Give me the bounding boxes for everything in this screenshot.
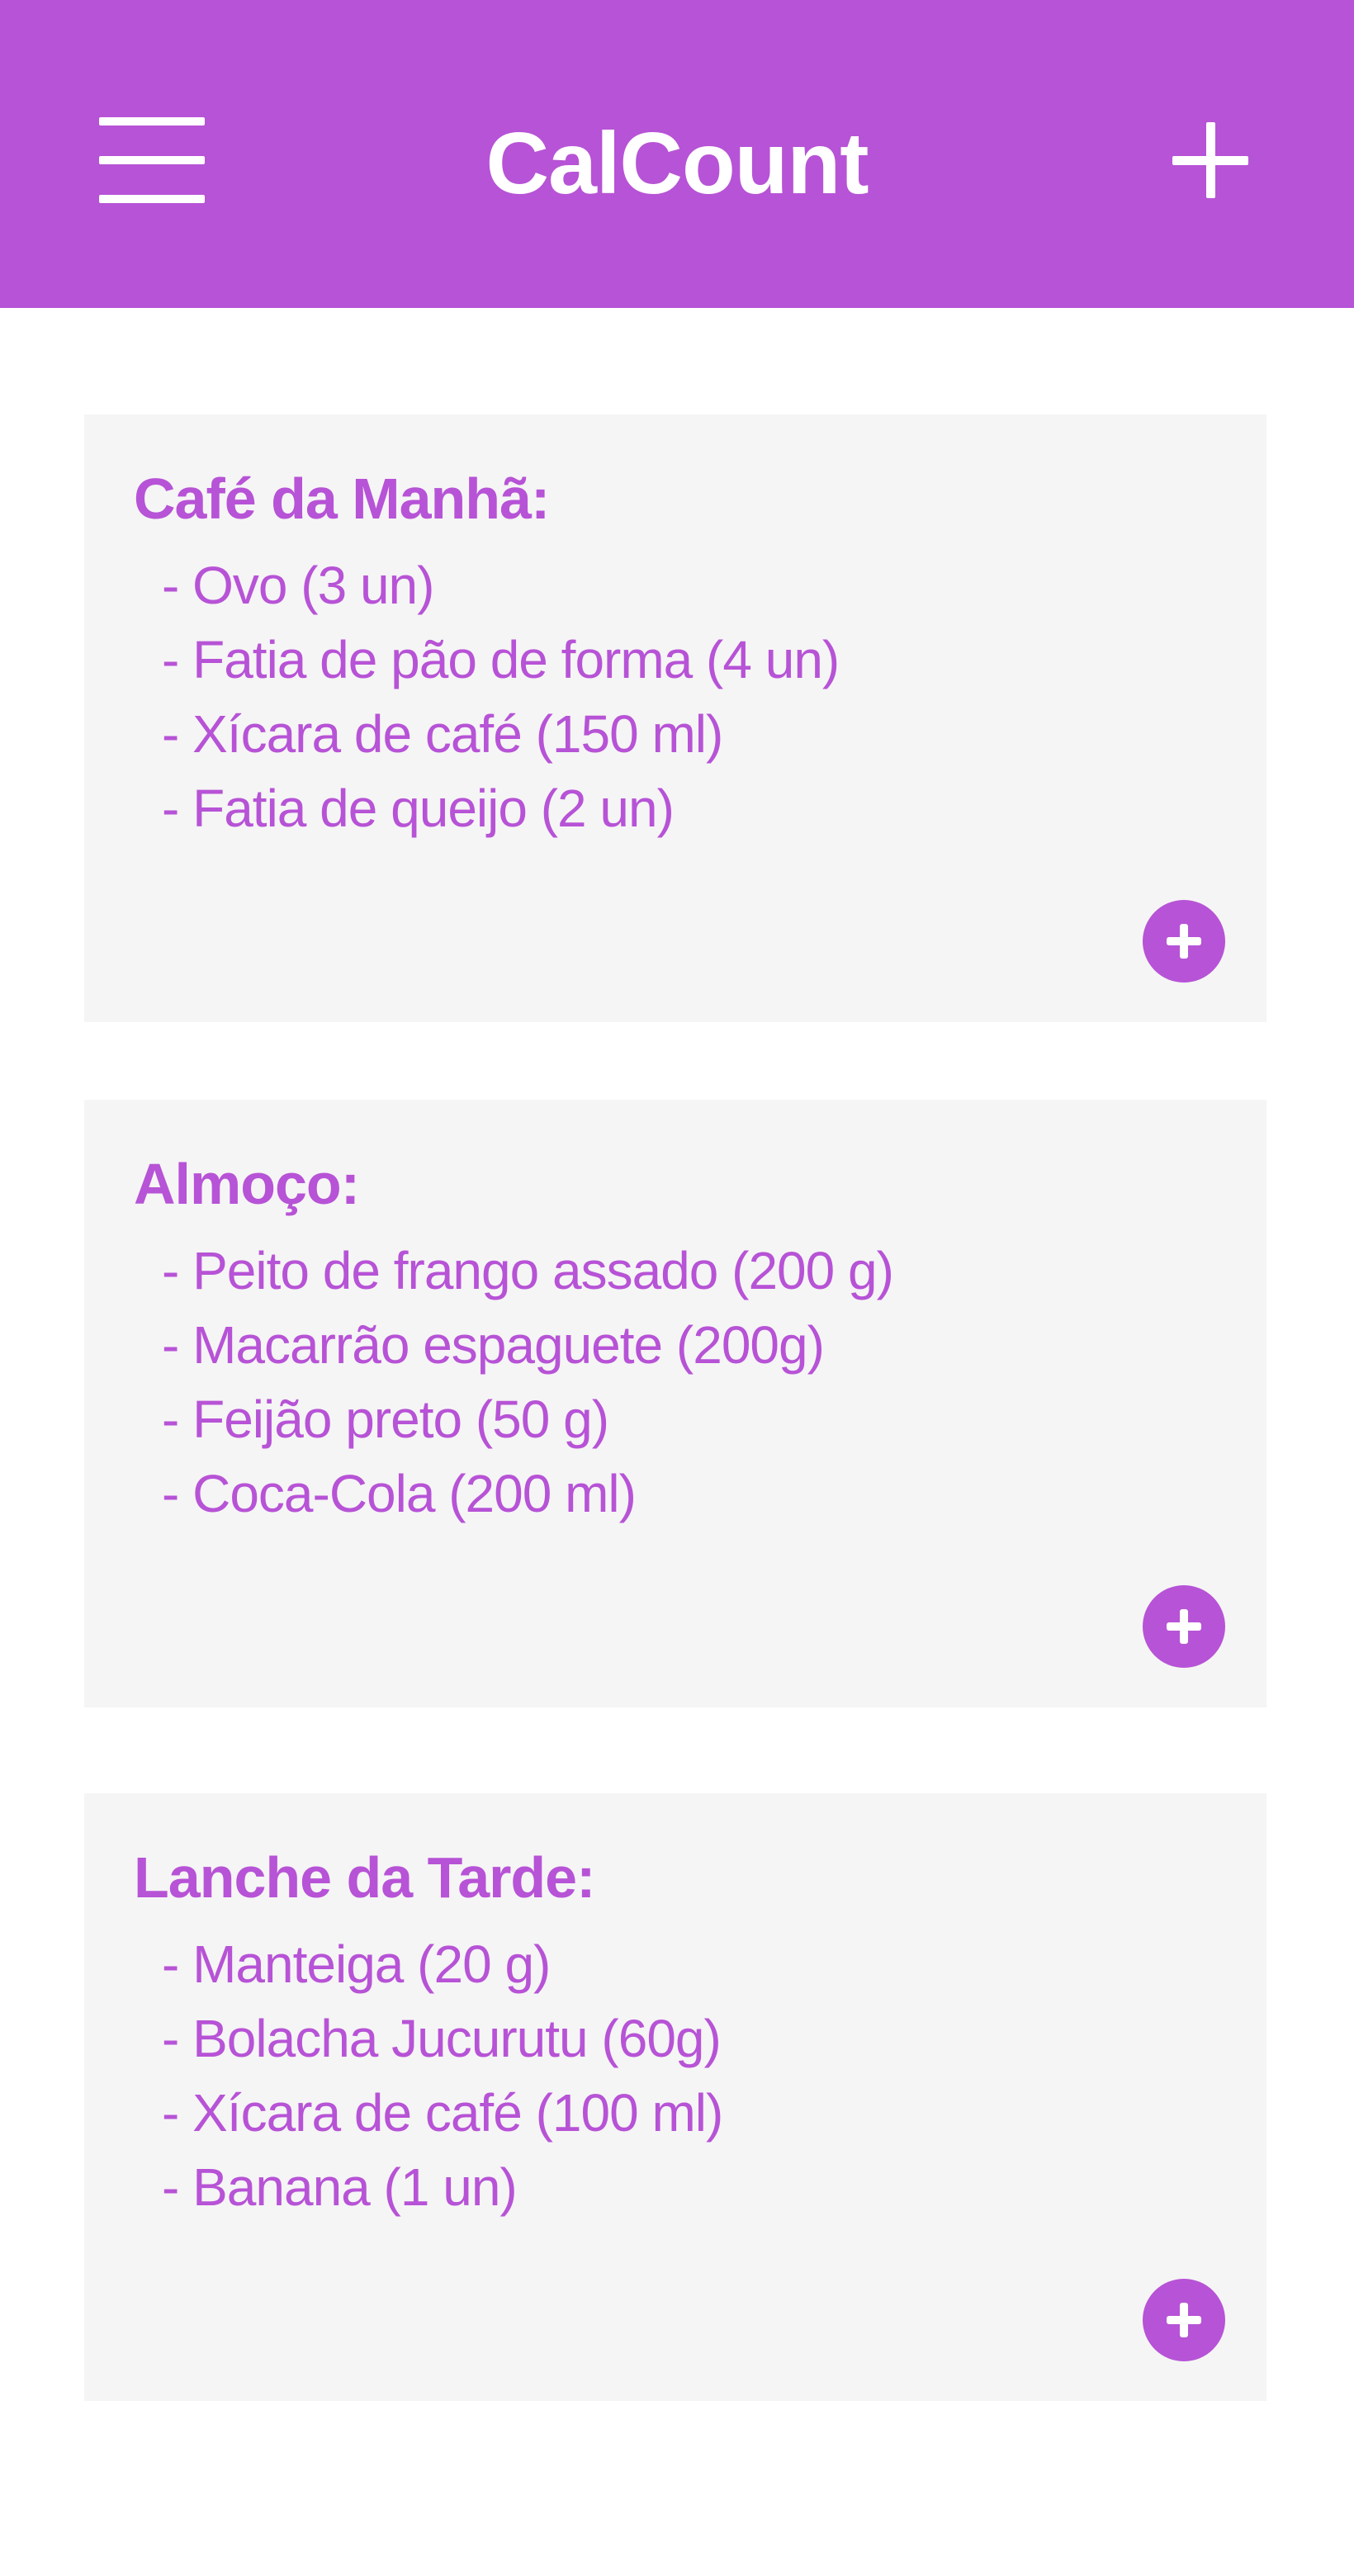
meal-card-lunch: Almoço: - Peito de frango assado (200 g)…	[84, 1100, 1266, 1707]
meal-title: Café da Manhã:	[134, 466, 550, 531]
app-bar: CalCount	[0, 0, 1354, 308]
food-item: - Coca-Cola (200 ml)	[162, 1464, 637, 1523]
food-item: - Peito de frango assado (200 g)	[162, 1241, 894, 1300]
food-item: - Xícara de café (100 ml)	[162, 2083, 723, 2143]
meal-title: Almoço:	[134, 1152, 360, 1216]
add-food-plus-icon[interactable]	[1143, 2279, 1225, 2361]
food-item: - Feijão preto (50 g)	[162, 1390, 609, 1449]
plus-icon[interactable]	[1172, 122, 1248, 198]
food-item: - Banana (1 un)	[162, 2157, 518, 2217]
meal-card-afternoon-snack: Lanche da Tarde: - Manteiga (20 g) - Bol…	[84, 1793, 1266, 2401]
meal-title: Lanche da Tarde:	[134, 1845, 595, 1910]
food-item: - Bolacha Jucurutu (60g)	[162, 2009, 722, 2068]
food-item: - Fatia de queijo (2 un)	[162, 779, 675, 838]
add-food-plus-icon[interactable]	[1143, 1585, 1225, 1668]
food-item: - Xícara de café (150 ml)	[162, 704, 723, 764]
food-item: - Manteiga (20 g)	[162, 1934, 551, 1994]
meal-card-breakfast: Café da Manhã: - Ovo (3 un) - Fatia de p…	[84, 414, 1266, 1022]
food-list: - Manteiga (20 g) - Bolacha Jucurutu (60…	[162, 1927, 723, 2224]
food-item: - Fatia de pão de forma (4 un)	[162, 630, 840, 689]
add-food-plus-icon[interactable]	[1143, 900, 1225, 983]
food-item: - Macarrão espaguete (200g)	[162, 1315, 825, 1375]
food-item: - Ovo (3 un)	[162, 556, 434, 615]
food-list: - Ovo (3 un) - Fatia de pão de forma (4 …	[162, 548, 840, 845]
app-title: CalCount	[485, 115, 869, 212]
food-list: - Peito de frango assado (200 g) - Macar…	[162, 1234, 894, 1531]
